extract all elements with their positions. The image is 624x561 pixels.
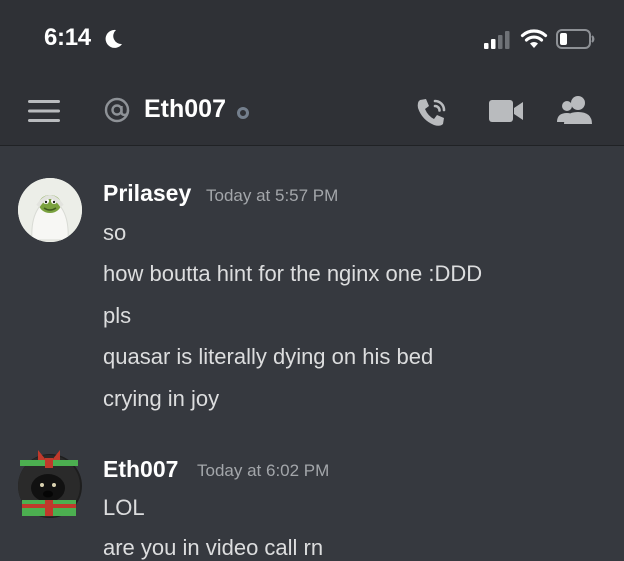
message-author[interactable]: Eth007 — [103, 456, 178, 483]
message-text: how boutta hint for the nginx one :DDD — [103, 261, 483, 286]
status-time: 6:14 — [44, 24, 91, 51]
presence-offline-icon — [237, 107, 249, 119]
call-icon[interactable] — [414, 96, 452, 128]
message-text: LOL — [103, 495, 145, 520]
message-text: crying in joy — [103, 386, 220, 411]
message-timestamp: Today at 5:57 PM — [206, 186, 339, 205]
wifi-icon — [520, 29, 548, 48]
channel-header — [0, 80, 624, 146]
menu-icon[interactable] — [28, 98, 60, 124]
channel-name[interactable]: Eth007 — [144, 95, 226, 124]
dog-gift-avatar[interactable] — [18, 450, 82, 518]
message-text: are you in video call rn — [103, 535, 324, 560]
battery-icon — [556, 29, 595, 49]
message-author[interactable]: Prilasey — [103, 180, 191, 207]
kermit-avatar[interactable] — [18, 178, 82, 242]
message-text: so — [103, 220, 127, 245]
moon-icon — [105, 29, 122, 48]
video-icon[interactable] — [488, 97, 524, 125]
message-timestamp: Today at 6:02 PM — [197, 461, 330, 480]
at-icon — [104, 97, 130, 123]
members-icon[interactable] — [556, 94, 596, 126]
cellular-signal-icon — [484, 31, 510, 49]
message-text: pls — [103, 303, 132, 328]
message-text: quasar is literally dying on his bed — [103, 344, 434, 369]
